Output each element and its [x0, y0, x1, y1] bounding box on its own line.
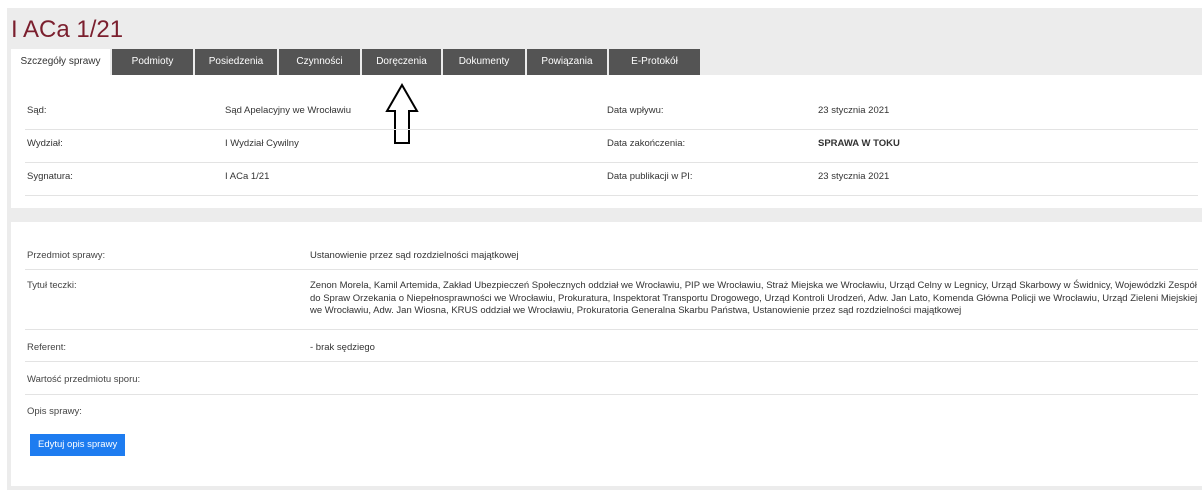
tab-links[interactable]: Powiązania	[527, 49, 609, 75]
publication-date-label: Data publikacji w PI:	[607, 171, 693, 182]
referent-value: - brak sędziego	[310, 342, 375, 353]
signature-label: Sygnatura:	[27, 171, 73, 182]
dispute-value-label: Wartość przedmiotu sporu:	[27, 374, 141, 385]
received-date-value: 23 stycznia 2021	[818, 105, 890, 116]
edit-description-button[interactable]: Edytuj opis sprawy	[30, 434, 126, 456]
detail-row-dispute-value: Wartość przedmiotu sporu:	[25, 362, 1198, 395]
received-date-label: Data wpływu:	[607, 105, 664, 116]
info-row: Wydział: I Wydział Cywilny Data zakończe…	[25, 130, 1198, 163]
division-value: I Wydział Cywilny	[225, 138, 299, 149]
detail-row-subject: Przedmiot sprawy: Ustanowienie przez sąd…	[25, 236, 1198, 270]
tab-activities[interactable]: Czynności	[279, 49, 362, 75]
subject-label: Przedmiot sprawy:	[27, 250, 106, 261]
case-info-panel: Sąd: Sąd Apelacyjny we Wrocławiu Data wp…	[11, 75, 1202, 208]
file-title-value: Zenon Morela, Kamil Artemida, Zakład Ube…	[310, 280, 1198, 316]
signature-value: I ACa 1/21	[225, 171, 270, 182]
detail-row-description: Opis sprawy:	[25, 395, 1198, 425]
tab-hearings[interactable]: Posiedzenia	[195, 49, 279, 75]
detail-row-file-title: Tytuł teczki: Zenon Morela, Kamil Artemi…	[25, 270, 1198, 330]
subject-value: Ustanowienie przez sąd rozdzielności maj…	[310, 250, 519, 261]
tab-deliveries[interactable]: Doręczenia	[362, 49, 443, 75]
court-value: Sąd Apelacyjny we Wrocławiu	[225, 105, 352, 116]
referent-label: Referent:	[27, 342, 67, 353]
court-label: Sąd:	[27, 105, 47, 116]
detail-row-referent: Referent: - brak sędziego	[25, 330, 1198, 362]
case-details-panel: Przedmiot sprawy: Ustanowienie przez sąd…	[11, 222, 1202, 486]
tab-documents[interactable]: Dokumenty	[443, 49, 527, 75]
tab-parties[interactable]: Podmioty	[112, 49, 195, 75]
tab-bar: Szczegóły sprawy Podmioty Posiedzenia Cz…	[11, 49, 702, 75]
case-info-table: Sąd: Sąd Apelacyjny we Wrocławiu Data wp…	[25, 97, 1198, 196]
end-date-label: Data zakończenia:	[607, 138, 686, 149]
page-title: I ACa 1/21	[11, 16, 124, 43]
tab-case-details[interactable]: Szczegóły sprawy	[11, 49, 112, 75]
division-label: Wydział:	[27, 138, 63, 149]
end-date-value: SPRAWA W TOKU	[818, 138, 900, 149]
info-row: Sąd: Sąd Apelacyjny we Wrocławiu Data wp…	[25, 97, 1198, 130]
description-label: Opis sprawy:	[27, 406, 82, 417]
info-row: Sygnatura: I ACa 1/21 Data publikacji w …	[25, 163, 1198, 196]
tab-e-protocol[interactable]: E-Protokół	[609, 49, 702, 75]
file-title-label: Tytuł teczki:	[27, 280, 77, 291]
publication-date-value: 23 stycznia 2021	[818, 171, 890, 182]
